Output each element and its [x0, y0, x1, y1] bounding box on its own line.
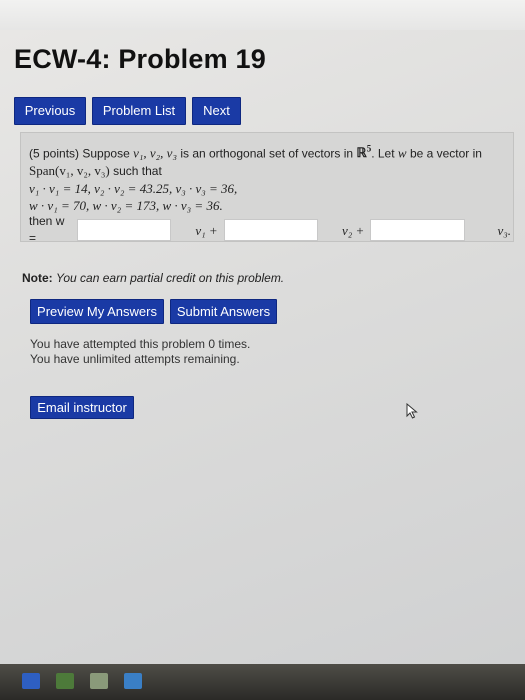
- v2-plus-label: v₂ +: [342, 222, 365, 238]
- span-line: Span(v₁, v₂, v₃) such that: [29, 162, 513, 180]
- partial-credit-note: Note: You can earn partial credit on thi…: [22, 271, 284, 285]
- attempts-info: You have attempted this problem 0 times.…: [30, 337, 250, 367]
- word-icon[interactable]: [22, 673, 40, 689]
- problem-statement: (5 points) Suppose v₁, v₂, v₃ is an orth…: [20, 132, 514, 245]
- note-label: Note:: [22, 271, 53, 285]
- answer-input-1[interactable]: [76, 219, 172, 242]
- mouse-cursor-icon: [406, 403, 418, 419]
- submit-answers-button[interactable]: Submit Answers: [170, 299, 277, 324]
- app-icon-2[interactable]: [90, 673, 108, 689]
- orthogonal-text: is an orthogonal set of vectors in: [180, 146, 354, 161]
- preview-answers-button[interactable]: Preview My Answers: [30, 299, 164, 324]
- attempts-count: You have attempted this problem 0 times.: [30, 337, 251, 351]
- browser-top-strip: [0, 0, 525, 30]
- attempts-remaining: You have unlimited attempts remaining.: [30, 352, 240, 366]
- previous-button[interactable]: Previous: [14, 97, 86, 125]
- problem-list-button[interactable]: Problem List: [92, 97, 186, 125]
- note-text: You can earn partial credit on this prob…: [56, 271, 285, 285]
- such-that-text: such that: [113, 164, 162, 179]
- vector-set: v₁, v₂, v₃: [133, 145, 177, 161]
- problem-intro: Suppose: [82, 146, 130, 161]
- problem-intro-line: (5 points) Suppose v₁, v₂, v₃ is an orth…: [29, 141, 513, 162]
- w-symbol: w: [397, 145, 407, 161]
- let-text: . Let: [371, 146, 395, 161]
- be-vector-text: be a vector in: [409, 146, 482, 161]
- page-title: ECW-4: Problem 19: [14, 44, 266, 74]
- v3-label: v₃.: [497, 222, 511, 238]
- email-instructor-button[interactable]: Email instructor: [30, 396, 134, 419]
- real-space: ℝ5: [356, 144, 372, 161]
- then-w-label: then w =: [29, 214, 65, 246]
- dot-products-line-1: v₁ · v₁ = 14, v₂ · v₂ = 43.25, v₃ · v₃ =…: [29, 181, 238, 197]
- v1-plus-label: v₁ +: [195, 222, 218, 238]
- span-expression: Span(v₁, v₂, v₃): [29, 163, 110, 179]
- answer-row: then w = v₁ + v₂ + v₃.: [29, 214, 513, 245]
- app-icon-3[interactable]: [124, 673, 142, 689]
- dot-products-line-2: w · v₁ = 70, w · v₂ = 173, w · v₃ = 36.: [29, 198, 223, 214]
- answer-input-2[interactable]: [223, 219, 318, 242]
- app-icon[interactable]: [56, 673, 74, 689]
- problem-points: (5 points): [29, 146, 80, 161]
- taskbar: [0, 664, 525, 700]
- next-button[interactable]: Next: [192, 97, 241, 125]
- answer-input-3[interactable]: [370, 219, 465, 242]
